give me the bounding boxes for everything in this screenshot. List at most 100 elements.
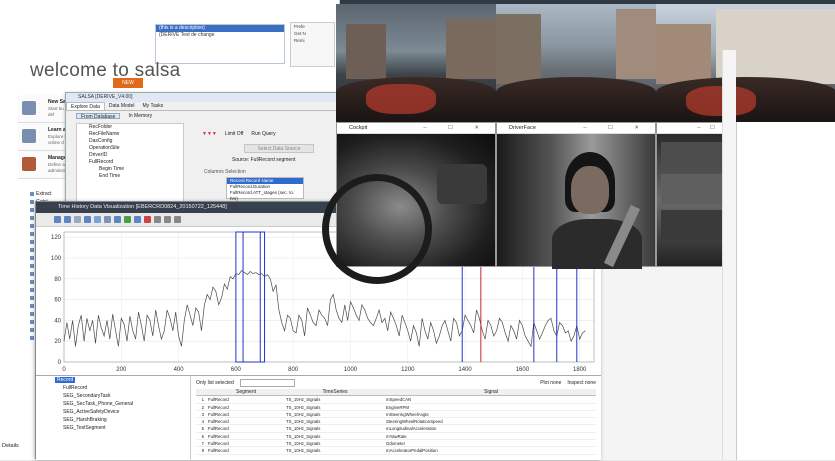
in-memory-radio[interactable]: In Memory <box>128 113 152 119</box>
tree-item[interactable]: DriverID <box>77 152 183 159</box>
x-tick-label: 1200 <box>401 367 415 373</box>
table-cell: FullRecord <box>208 404 229 410</box>
window-controls[interactable]: – ☐ ✕ <box>423 123 489 134</box>
segment-label: Record <box>55 377 76 383</box>
zoom-in-icon[interactable] <box>54 216 61 223</box>
option-item[interactable]: Get N <box>291 30 334 37</box>
window-title-text: DriverFace <box>509 125 536 131</box>
x-tick-label: 1800 <box>573 367 587 373</box>
table-cell: FullRecord <box>208 411 229 417</box>
table-row[interactable]: 4 FullRecord TS_10Hz_Signals SteeringWheelR… <box>196 418 596 426</box>
list-item[interactable]: (this is a description) <box>156 25 284 32</box>
tree-item[interactable]: RecFileName <box>77 131 183 138</box>
table-cell: TS_10Hz_Signals <box>286 426 321 432</box>
table-cell: mAcceleratorPedalPosition <box>386 448 438 454</box>
segment-tree-item[interactable]: SEG_HarshBraking <box>51 416 190 424</box>
segment-tree-item[interactable]: SEG_SecTask_Phone_General <box>51 400 190 408</box>
table-cell: mYawRate <box>386 433 407 439</box>
pan-icon[interactable] <box>74 216 81 223</box>
table-cell: FullRecord <box>208 441 229 447</box>
table-cell: FullRecord <box>208 419 229 425</box>
from-database-radio[interactable]: From Database <box>76 113 121 120</box>
zoom-fit-icon[interactable] <box>84 216 91 223</box>
table-cell: EngineRPM <box>386 404 409 410</box>
table-toolbar: Only list selected Plot none Inspect non… <box>196 378 596 388</box>
plot-none-button[interactable]: Plot none <box>540 380 561 386</box>
steering-wheel <box>322 174 432 284</box>
limit-off-button[interactable]: Limit Off <box>225 131 244 137</box>
table-cell: mSpeedCAN <box>386 397 412 403</box>
segment-tree-item[interactable]: SEG_ActiveSafetyDevice <box>51 408 190 416</box>
table-cell: TS_10Hz_Signals <box>286 404 321 410</box>
tab-data-model[interactable]: Data Model <box>105 102 139 110</box>
segment-tree-item[interactable]: FullRecord <box>51 384 190 392</box>
column-header[interactable]: TimeSeries <box>284 389 384 395</box>
x-tick-label: 400 <box>174 367 185 373</box>
window-controls[interactable]: – ☐ ✕ <box>583 123 649 134</box>
forward-icon[interactable] <box>134 216 141 223</box>
segment-tree-item[interactable]: Record <box>51 376 190 384</box>
table-header: Segment TimeSeries Signal <box>196 389 596 397</box>
building <box>346 24 386 79</box>
column-header[interactable]: Segment <box>206 389 284 395</box>
list-item[interactable]: FullRecord.ATT_stages (sec. to. hrs) <box>227 190 303 201</box>
grid-icon[interactable] <box>154 216 161 223</box>
run-query-button[interactable]: Run Query <box>251 131 275 137</box>
explore-data-window: SALSA [DERIVE_V4.00] Explore Data Data M… <box>65 92 357 207</box>
export-icon[interactable] <box>174 216 181 223</box>
query-toolbar: ▼▼▼ Limit Off Run Query <box>202 131 352 137</box>
search-input[interactable] <box>239 379 295 387</box>
table-row[interactable]: 2 FullRecord TS_10Hz_Signals EngineRPM <box>196 404 596 411</box>
column-header[interactable] <box>196 389 206 395</box>
table-icon[interactable] <box>164 216 171 223</box>
tab-explore-data[interactable]: Explore Data <box>66 102 105 110</box>
tree-item[interactable]: FullRecord <box>77 159 183 166</box>
table-cell: mSteeringWheelAngle <box>386 411 429 417</box>
columns-list[interactable]: Record.Record Name FullRecord.Duration F… <box>226 177 304 201</box>
option-item[interactable]: Prefe <box>291 23 334 30</box>
window-title-text: Cockpit <box>349 125 368 131</box>
select-data-source-button[interactable]: Select Data Source <box>244 144 314 153</box>
y-tick-label: 20 <box>54 339 61 345</box>
zoom-out-icon[interactable] <box>64 216 71 223</box>
signal-table: Segment TimeSeries Signal 1 FullRecord TS_10H… <box>196 389 596 455</box>
table-row[interactable]: 8 FullRecord TS_10Hz_Signals mAcceleratorPe… <box>196 447 596 455</box>
filter-icon[interactable]: ▼▼▼ <box>202 131 217 137</box>
y-tick-label: 100 <box>51 256 62 262</box>
segment-tree-item[interactable]: SEG_SecondaryTask <box>51 392 190 400</box>
segment-label: FullRecord <box>63 385 88 391</box>
list-item[interactable]: (DERIVE Test de change <box>156 32 284 39</box>
table-row[interactable]: 1 FullRecord TS_10Hz_Signals mSpeedCAN <box>196 396 596 404</box>
table-row[interactable]: 5 FullRecord TS_10Hz_Signals mLongitudinalA… <box>196 425 596 433</box>
table-row[interactable]: 6 FullRecord TS_10Hz_Signals mYawRate <box>196 433 596 441</box>
copy-icon[interactable] <box>104 216 111 223</box>
tree-item[interactable]: OperationSite <box>77 145 183 152</box>
window-title: Cockpit – ☐ ✕ <box>337 123 495 134</box>
file-list-item[interactable]: Extract <box>30 190 60 198</box>
inspect-none-button[interactable]: Inspect none <box>567 380 596 386</box>
table-cell: TS_10Hz_Signals <box>286 411 321 417</box>
stop-icon[interactable] <box>144 216 151 223</box>
only-list-selected-checkbox[interactable]: Only list selected <box>196 380 234 386</box>
tree-item[interactable]: RecFolder <box>77 124 183 131</box>
tree-item[interactable]: Begin Time <box>77 166 183 173</box>
column-header[interactable]: Signal <box>384 389 596 395</box>
driver-face-window: DriverFace – ☐ ✕ <box>496 122 656 269</box>
table-row[interactable]: 3 FullRecord TS_10Hz_Signals mSteeringWheel… <box>196 411 596 419</box>
new-badge: NEW <box>113 78 143 88</box>
table-cell: FullRecord <box>208 397 229 403</box>
segment-tree-item[interactable]: SEG_TestSegment <box>51 424 190 432</box>
description-list[interactable]: (this is a description) (DERIVE Test de … <box>155 24 285 64</box>
table-row[interactable]: 7 FullRecord TS_10Hz_Signals Odometer <box>196 440 596 448</box>
option-item[interactable]: Remi <box>291 37 334 44</box>
right-scrollbar[interactable] <box>722 50 736 460</box>
tab-my-tasks[interactable]: My Tasks <box>138 102 167 110</box>
tree-item[interactable]: DasConfig <box>77 138 183 145</box>
x-tick-label: 1400 <box>458 367 472 373</box>
tree-item[interactable]: End Time <box>77 173 183 180</box>
back-icon[interactable] <box>114 216 121 223</box>
video-front-camera-2 <box>496 4 656 122</box>
segment-label: SEG_TestSegment <box>63 425 106 431</box>
play-icon[interactable] <box>124 216 131 223</box>
select-icon[interactable] <box>94 216 101 223</box>
